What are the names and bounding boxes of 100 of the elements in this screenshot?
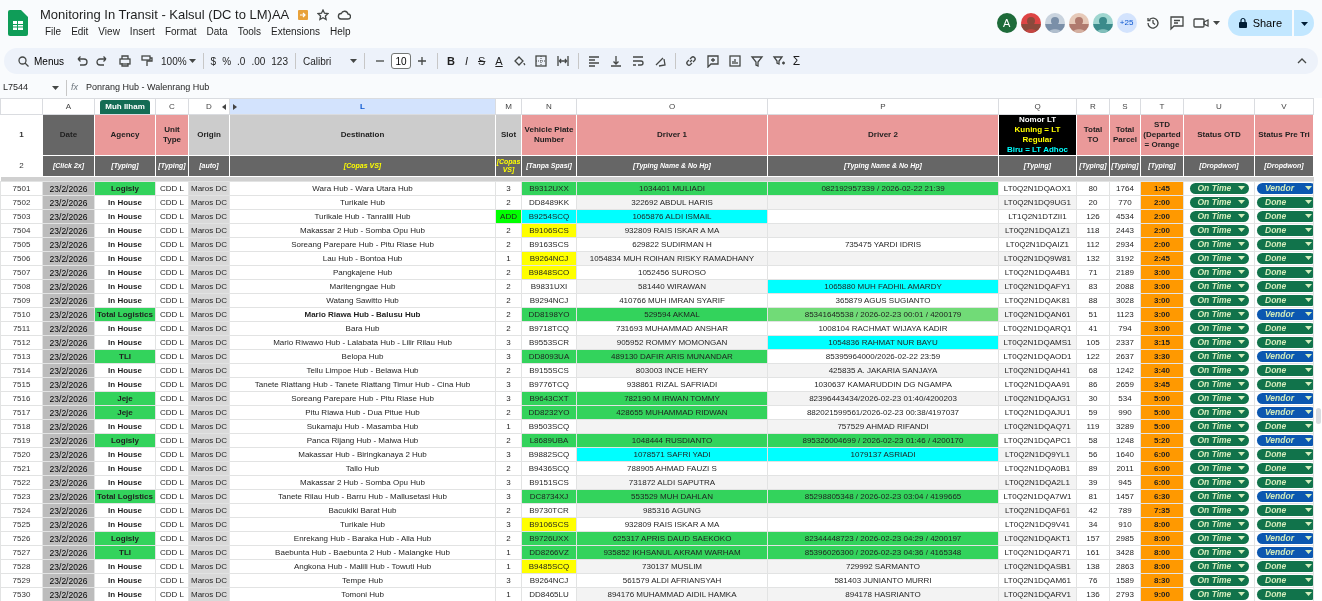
sheets-logo-icon[interactable] [8,10,28,36]
column-header[interactable]: N [546,100,552,113]
status-dropdown[interactable]: On Time [1189,434,1249,446]
status-dropdown[interactable]: Done [1257,266,1313,278]
menu-item[interactable]: Format [159,22,202,40]
status-dropdown[interactable]: On Time [1189,308,1249,320]
status-dropdown[interactable]: On Time [1189,560,1249,572]
status-dropdown[interactable]: Done [1257,294,1313,306]
column-header[interactable]: S [1122,100,1128,113]
bold-button[interactable]: B [442,52,460,70]
status-dropdown[interactable]: Done [1257,504,1313,516]
menu-item[interactable]: Insert [124,22,160,40]
menu-item[interactable]: Data [201,22,233,40]
column-header[interactable]: D [206,100,212,113]
status-dropdown[interactable]: On Time [1189,462,1249,474]
share-button[interactable]: Share [1227,10,1292,36]
status-dropdown[interactable]: Done [1257,476,1313,488]
column-header[interactable]: C [169,100,175,113]
status-dropdown[interactable]: On Time [1189,448,1249,460]
comment-icon[interactable] [1168,15,1185,31]
italic-button[interactable]: I [459,52,473,70]
status-dropdown[interactable]: Done [1257,518,1313,530]
status-dropdown[interactable]: Done [1257,462,1313,474]
status-dropdown[interactable]: Vendor [1257,350,1313,362]
status-dropdown[interactable]: Done [1257,588,1313,600]
expand-left-icon[interactable] [222,103,226,110]
status-dropdown[interactable]: On Time [1189,350,1249,362]
menu-item[interactable]: View [93,22,125,40]
status-dropdown[interactable]: On Time [1189,378,1249,390]
status-dropdown[interactable]: Vendor [1257,406,1313,418]
status-dropdown[interactable]: Vendor [1257,532,1313,544]
name-box[interactable]: L7544 [0,81,62,95]
column-header[interactable]: L [360,100,365,113]
status-dropdown[interactable]: Done [1257,238,1313,250]
selected-column-header[interactable]: L [229,98,496,115]
status-dropdown[interactable]: Vendor [1257,392,1313,404]
status-dropdown[interactable]: Done [1257,224,1313,236]
meet-button[interactable] [1192,17,1220,29]
status-dropdown[interactable]: Done [1257,378,1313,390]
status-dropdown[interactable]: On Time [1189,322,1249,334]
functions-button[interactable]: Σ [789,52,804,70]
status-dropdown[interactable]: Vendor [1257,490,1313,502]
status-dropdown[interactable]: On Time [1189,518,1249,530]
column-header[interactable]: V [1281,100,1287,113]
menu-item[interactable]: File [40,22,67,40]
more-users-badge[interactable]: +25 [1116,13,1137,33]
scrollbar-thumb[interactable] [1316,408,1321,424]
column-header[interactable]: P [880,100,886,113]
currency-button[interactable]: $ [207,53,220,69]
status-dropdown[interactable]: Done [1257,574,1313,586]
status-dropdown[interactable]: Done [1257,420,1313,432]
status-dropdown[interactable]: On Time [1189,224,1249,236]
status-dropdown[interactable]: On Time [1189,196,1249,208]
status-dropdown[interactable]: Done [1257,448,1313,460]
row-number[interactable]: 7501 [0,181,43,196]
star-icon[interactable] [317,8,330,21]
column-header[interactable]: M [505,100,512,113]
column-header[interactable]: R [1090,100,1096,113]
status-dropdown[interactable]: On Time [1189,210,1249,222]
formula-field[interactable]: Ponrang Hub - Walenrang Hub [86,81,210,95]
status-dropdown[interactable]: On Time [1189,420,1249,432]
status-dropdown[interactable]: On Time [1189,574,1249,586]
status-dropdown[interactable]: Done [1257,196,1313,208]
status-dropdown[interactable]: On Time [1189,252,1249,264]
share-options-button[interactable] [1294,10,1314,36]
status-dropdown[interactable]: Vendor [1257,546,1313,558]
menu-search-field[interactable]: Menus [12,51,70,71]
status-dropdown[interactable]: On Time [1189,532,1249,544]
status-dropdown[interactable]: Done [1257,322,1313,334]
text-color-button[interactable]: A [490,52,508,70]
column-header[interactable]: O [668,100,676,113]
decrease-decimals-button[interactable]: .0 [234,53,249,69]
font-size-field[interactable]: 10 [391,53,411,69]
menu-item[interactable]: Help [324,22,356,40]
strikethrough-button[interactable]: S [473,52,491,70]
status-dropdown[interactable]: On Time [1189,238,1249,250]
status-dropdown[interactable]: Vendor [1257,434,1313,446]
percent-button[interactable]: % [219,53,235,69]
status-dropdown[interactable]: Done [1257,210,1313,222]
column-header[interactable]: Q [1034,100,1041,113]
menu-item[interactable]: Tools [232,22,267,40]
status-dropdown[interactable]: On Time [1189,546,1249,558]
status-dropdown[interactable]: On Time [1189,476,1249,488]
font-dropdown[interactable]: Calibri [300,53,360,69]
status-dropdown[interactable]: On Time [1189,266,1249,278]
cloud-icon[interactable] [337,8,352,21]
increase-decimals-button[interactable]: .00 [248,53,269,69]
menu-item[interactable]: Extensions [266,22,325,40]
status-dropdown[interactable]: On Time [1189,504,1249,516]
zoom-dropdown[interactable]: 100% [158,53,199,69]
document-title[interactable]: Monitoring In Transit - Kalsul (DC to LM)AA [40,6,290,23]
status-dropdown[interactable]: Done [1257,252,1313,264]
status-dropdown[interactable]: Vendor [1257,308,1313,320]
status-dropdown[interactable]: Vendor [1257,182,1313,194]
status-dropdown[interactable]: On Time [1189,294,1249,306]
status-dropdown[interactable]: On Time [1189,392,1249,404]
status-dropdown[interactable]: On Time [1189,364,1249,376]
user-avatar[interactable]: A [996,13,1017,33]
expand-right-icon[interactable] [233,103,237,110]
status-dropdown[interactable]: Done [1257,560,1313,572]
